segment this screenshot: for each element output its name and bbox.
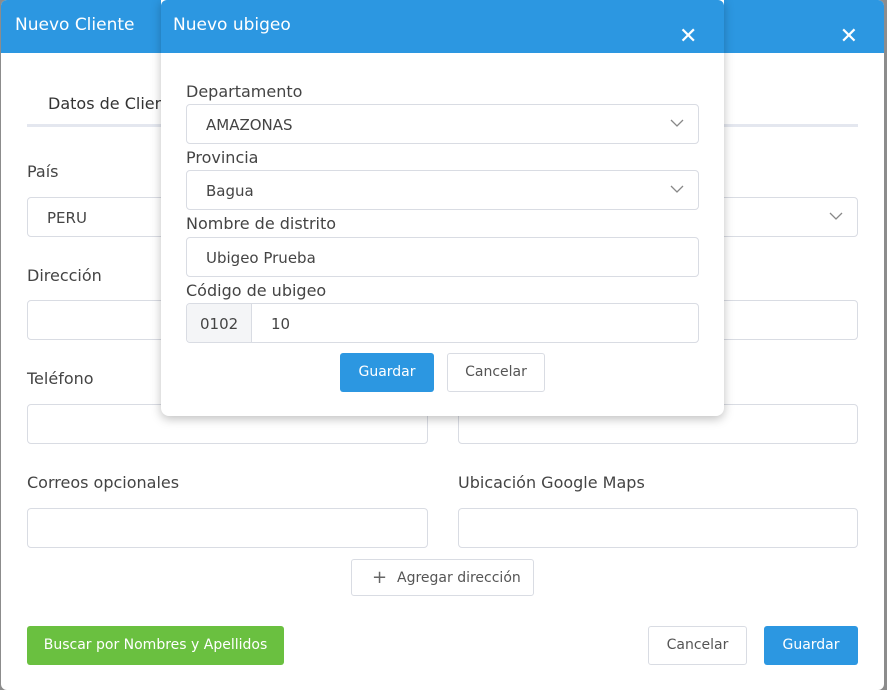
ubigeo-cancel-button[interactable]: Cancelar (447, 353, 545, 392)
inner-modal-header: Nuevo ubigeo ✕ (161, 0, 724, 53)
distrito-input[interactable]: Ubigeo Prueba (186, 237, 699, 277)
provincia-value: Bagua (206, 182, 254, 200)
departamento-value: AMAZONAS (206, 116, 293, 134)
inner-modal-title: Nuevo ubigeo (173, 15, 291, 35)
add-address-label: Agregar dirección (397, 570, 521, 586)
cancel-button[interactable]: Cancelar (648, 626, 747, 665)
ubicacion-input[interactable] (458, 508, 858, 548)
nuevo-ubigeo-modal: Nuevo ubigeo ✕ Departamento AMAZONAS Pro… (161, 0, 724, 416)
chevron-down-icon (670, 185, 684, 193)
close-icon[interactable]: ✕ (840, 26, 858, 48)
provincia-select[interactable]: Bagua (186, 170, 699, 210)
plus-icon: + (372, 567, 388, 588)
distrito-label: Nombre de distrito (186, 214, 337, 233)
chevron-down-icon (670, 119, 684, 127)
codigo-prefix: 0102 (187, 304, 252, 342)
telefono-label: Teléfono (27, 369, 94, 388)
departamento-label: Departamento (186, 82, 303, 101)
pais-value: PERU (47, 209, 87, 227)
codigo-label: Código de ubigeo (186, 281, 327, 300)
chevron-down-icon (829, 212, 843, 220)
correos-input[interactable] (27, 508, 428, 548)
codigo-input-group[interactable]: 0102 10 (186, 303, 699, 343)
distrito-value: Ubigeo Prueba (206, 249, 316, 267)
codigo-prefix-value: 0102 (200, 315, 239, 333)
outer-modal-title: Nuevo Cliente (15, 15, 135, 35)
correos-label: Correos opcionales (27, 473, 180, 492)
save-button[interactable]: Guardar (764, 626, 858, 665)
search-names-button[interactable]: Buscar por Nombres y Apellidos (27, 626, 284, 665)
pais-label: País (27, 162, 59, 181)
codigo-value: 10 (271, 315, 291, 333)
add-address-button[interactable]: + Agregar dirección (351, 559, 534, 596)
ubicacion-label: Ubicación Google Maps (458, 473, 645, 492)
close-icon[interactable]: ✕ (679, 26, 697, 48)
provincia-label: Provincia (186, 148, 259, 167)
ubigeo-save-button[interactable]: Guardar (340, 353, 434, 392)
departamento-select[interactable]: AMAZONAS (186, 104, 699, 144)
direccion-label: Dirección (27, 266, 102, 285)
